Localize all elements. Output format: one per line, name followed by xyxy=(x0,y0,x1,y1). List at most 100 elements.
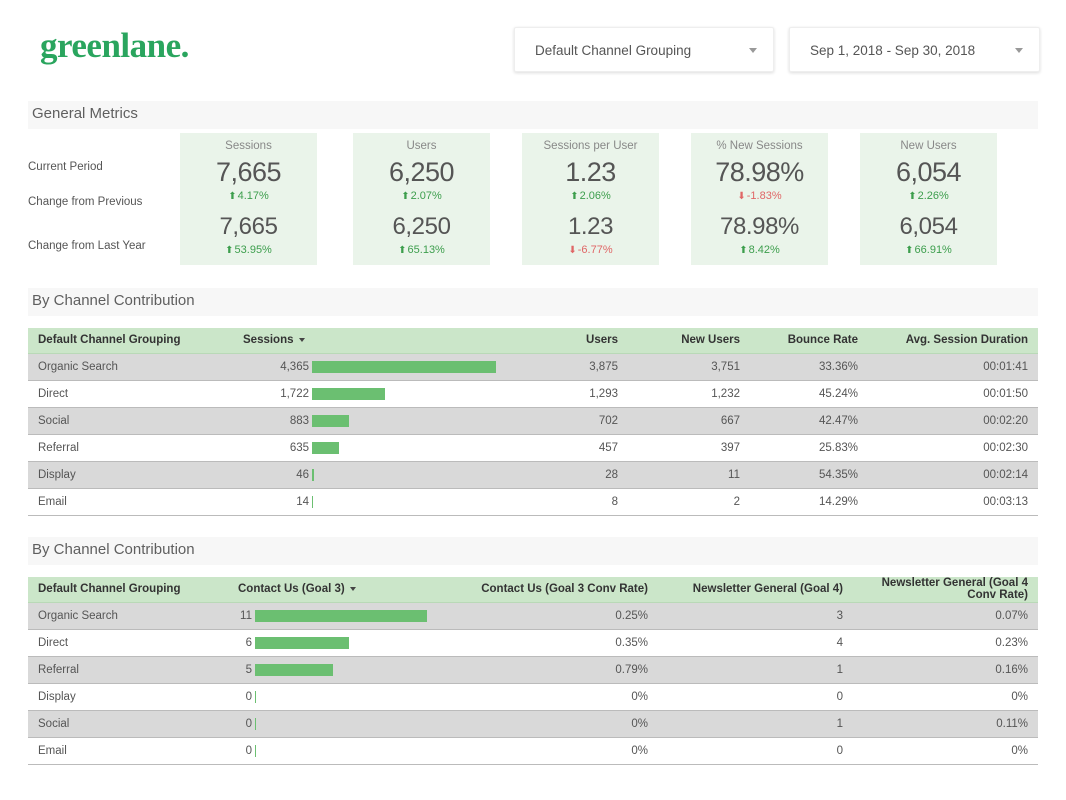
cell-new-users: 397 xyxy=(628,434,750,462)
arrow-up-icon: ⬆ xyxy=(401,191,410,202)
scorecard-lastyear-value: 78.98% xyxy=(720,213,799,240)
scorecard-new-users: New Users 6,054 ⬆2.26% 6,054 ⬆66.91% xyxy=(860,133,997,265)
cell-contact-us-goal-3: 5 xyxy=(228,656,443,684)
cell-users: 1,293 xyxy=(508,380,628,408)
cell-newsletter-general-goal-4: 0 xyxy=(658,737,853,765)
table-row[interactable]: Direct 6 0.35% 4 0.23% xyxy=(28,629,1038,657)
cell-newsletter-general-goal-4-conv-rate: 0% xyxy=(853,683,1038,711)
cell-new-users: 3,751 xyxy=(628,353,750,381)
row-label-change-from-last-year: Change from Last Year xyxy=(28,240,146,252)
sort-descending-icon xyxy=(349,587,356,592)
scorecard-change-from-previous-value: 2.06% xyxy=(579,190,611,202)
scorecard-lastyear-value: 1.23 xyxy=(567,213,614,240)
arrow-down-icon: ⬇ xyxy=(568,245,577,256)
channel-goals-table-body: Organic Search 11 0.25% 3 0.07% Direct 6 0.35% 4… xyxy=(28,602,1038,765)
column-header-sessions[interactable]: Sessions xyxy=(233,328,508,354)
section-title-channel-contribution-2: By Channel Contribution xyxy=(32,541,195,558)
greenlane-logo: greenlane. xyxy=(40,26,189,65)
cell-channel: Social xyxy=(28,407,233,435)
arrow-down-icon: ⬇ xyxy=(737,191,746,202)
sessions-bar xyxy=(312,495,313,508)
cell-newsletter-general-goal-4: 3 xyxy=(658,602,853,630)
column-header-newsletter-general-goal-4-conv-rate[interactable]: Newsletter General (Goal 4 Conv Rate) xyxy=(853,577,1038,603)
dashboard-header: greenlane. Default Channel Grouping Sep … xyxy=(0,0,1066,92)
cell-newsletter-general-goal-4: 1 xyxy=(658,710,853,738)
column-header-default-channel-grouping[interactable]: Default Channel Grouping xyxy=(28,328,233,354)
column-header-users[interactable]: Users xyxy=(508,328,628,354)
scorecard-change-from-last-year-value: 66.91% xyxy=(914,244,952,256)
table-row[interactable]: Organic Search 4,365 3,875 3,751 33.36% 00:01… xyxy=(28,353,1038,381)
cell-new-users: 2 xyxy=(628,488,750,516)
cell-sessions: 4,365 xyxy=(233,353,508,381)
cell-contact-us-goal-3: 0 xyxy=(228,683,443,711)
section-header-channel-contribution-2: By Channel Contribution xyxy=(28,537,1038,565)
chevron-down-icon xyxy=(1015,47,1023,53)
cell-sessions: 1,722 xyxy=(233,380,508,408)
table-row[interactable]: Display 0 0% 0 0% xyxy=(28,683,1038,711)
cell-contact-us-goal-3-value: 6 xyxy=(245,636,252,649)
cell-avg-session-duration: 00:02:20 xyxy=(868,407,1038,435)
cell-sessions-value: 14 xyxy=(296,495,309,508)
arrow-up-icon: ⬆ xyxy=(225,245,234,256)
cell-bounce-rate: 33.36% xyxy=(750,353,868,381)
cell-channel: Referral xyxy=(28,434,233,462)
scorecard-change-from-previous: ⬇-1.83% xyxy=(691,189,828,204)
table-row[interactable]: Direct 1,722 1,293 1,232 45.24% 00:01:50 xyxy=(28,380,1038,408)
row-label-current-period: Current Period xyxy=(28,161,103,173)
scorecard-change-from-last-year: ⬆8.42% xyxy=(691,243,828,258)
cell-channel: Email xyxy=(28,488,233,516)
scorecard-current-value: 6,054 xyxy=(895,157,962,187)
cell-contact-us-goal-3-conv-rate: 0.35% xyxy=(443,629,658,657)
cell-newsletter-general-goal-4-conv-rate: 0.07% xyxy=(853,602,1038,630)
arrow-up-icon: ⬆ xyxy=(570,191,579,202)
dashboard-page: greenlane. Default Channel Grouping Sep … xyxy=(0,0,1066,800)
cell-contact-us-goal-3-conv-rate: 0% xyxy=(443,683,658,711)
sort-descending-icon xyxy=(298,338,305,343)
scorecard-title: New Users xyxy=(900,140,957,152)
section-title-general-metrics: General Metrics xyxy=(32,105,138,122)
channel-contribution-table-body: Organic Search 4,365 3,875 3,751 33.36% 00:01… xyxy=(28,353,1038,516)
cell-contact-us-goal-3: 6 xyxy=(228,629,443,657)
cell-sessions: 883 xyxy=(233,407,508,435)
scorecard-sessions-per-user: Sessions per User 1.23 ⬆2.06% 1.23 ⬇-6.77% xyxy=(522,133,659,265)
column-header-new-users[interactable]: New Users xyxy=(628,328,750,354)
cell-sessions-value: 883 xyxy=(289,414,309,427)
table-row[interactable]: Organic Search 11 0.25% 3 0.07% xyxy=(28,602,1038,630)
table-row[interactable]: Email 0 0% 0 0% xyxy=(28,737,1038,765)
date-range-filter[interactable]: Sep 1, 2018 - Sep 30, 2018 xyxy=(789,27,1040,72)
arrow-up-icon: ⬆ xyxy=(905,245,914,256)
column-header-contact-us-goal-3-conv-rate[interactable]: Contact Us (Goal 3 Conv Rate) xyxy=(443,577,658,603)
scorecard-lastyear-value: 6,250 xyxy=(392,213,451,240)
scorecard-change-from-last-year-value: -6.77% xyxy=(577,244,613,256)
column-header-avg-session-duration[interactable]: Avg. Session Duration xyxy=(868,328,1038,354)
cell-channel: Organic Search xyxy=(28,602,228,630)
column-header-contact-us-goal-3[interactable]: Contact Us (Goal 3) xyxy=(228,577,443,603)
cell-channel: Display xyxy=(28,683,228,711)
cell-newsletter-general-goal-4: 4 xyxy=(658,629,853,657)
channel-goals-table: Default Channel Grouping Contact Us (Goa… xyxy=(28,577,1038,765)
table-row[interactable]: Email 14 8 2 14.29% 00:03:13 xyxy=(28,488,1038,516)
cell-sessions-value: 1,722 xyxy=(280,387,309,400)
table-row[interactable]: Social 0 0% 1 0.11% xyxy=(28,710,1038,738)
column-header-newsletter-general-goal-4[interactable]: Newsletter General (Goal 4) xyxy=(658,577,853,603)
sessions-bar xyxy=(312,441,339,454)
cell-contact-us-goal-3-conv-rate: 0.25% xyxy=(443,602,658,630)
sessions-bar xyxy=(312,387,385,400)
scorecard-change-from-last-year: ⬇-6.77% xyxy=(522,243,659,258)
scorecard-change-from-last-year-value: 65.13% xyxy=(407,244,445,256)
cell-new-users: 667 xyxy=(628,407,750,435)
cell-sessions: 14 xyxy=(233,488,508,516)
table-row[interactable]: Social 883 702 667 42.47% 00:02:20 xyxy=(28,407,1038,435)
channel-contribution-table-header: Default Channel Grouping Sessions Users … xyxy=(28,328,1038,354)
table-row[interactable]: Referral 5 0.79% 1 0.16% xyxy=(28,656,1038,684)
table-row[interactable]: Display 46 28 11 54.35% 00:02:14 xyxy=(28,461,1038,489)
cell-bounce-rate: 14.29% xyxy=(750,488,868,516)
column-header-bounce-rate[interactable]: Bounce Rate xyxy=(750,328,868,354)
cell-sessions-value: 4,365 xyxy=(280,360,309,373)
table-row[interactable]: Referral 635 457 397 25.83% 00:02:30 xyxy=(28,434,1038,462)
cell-channel: Social xyxy=(28,710,228,738)
sessions-bar xyxy=(312,468,314,481)
column-header-default-channel-grouping[interactable]: Default Channel Grouping xyxy=(28,577,228,603)
scorecard-change-from-last-year: ⬆66.91% xyxy=(860,243,997,258)
channel-grouping-filter[interactable]: Default Channel Grouping xyxy=(514,27,774,72)
